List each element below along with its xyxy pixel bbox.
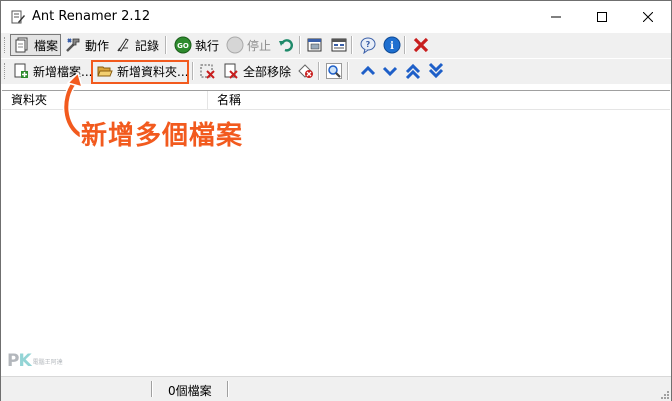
title-bar[interactable]: Ant Renamer 2.12 xyxy=(1,1,671,32)
toolbar-separator xyxy=(351,36,353,54)
status-separator xyxy=(227,381,229,397)
settings-window-icon xyxy=(331,38,347,52)
window-icon xyxy=(307,38,322,52)
status-bar: 0個檔案 xyxy=(1,376,671,401)
resize-grip-icon[interactable] xyxy=(658,388,670,400)
minimize-icon xyxy=(551,16,561,17)
maximize-button[interactable] xyxy=(579,1,625,32)
log-icon xyxy=(117,38,129,52)
app-window: Ant Renamer 2.12 檔案 動作 記錄 GO 執行 停止 ? i 新… xyxy=(0,0,672,401)
window-title: Ant Renamer 2.12 xyxy=(32,9,151,24)
options-button[interactable] xyxy=(328,34,350,56)
column-header-name[interactable]: 名稱 xyxy=(208,91,670,109)
double-chevron-down-icon xyxy=(428,62,444,79)
execute-button[interactable]: GO 執行 xyxy=(172,34,221,56)
search-button[interactable] xyxy=(323,60,345,82)
move-to-top-button[interactable] xyxy=(402,60,424,82)
go-icon: GO xyxy=(174,36,192,54)
watermark-logo: PK 電腦王阿達 xyxy=(7,351,63,371)
tools-icon xyxy=(66,38,80,52)
remove-selected-icon xyxy=(200,64,215,79)
actions-tab-button[interactable]: 動作 xyxy=(62,34,111,56)
svg-text:i: i xyxy=(390,41,394,52)
svg-text:?: ? xyxy=(366,40,371,49)
remove-all-button[interactable]: 全部移除 xyxy=(220,60,293,82)
window-view-button[interactable] xyxy=(304,34,326,56)
toolbar-separator xyxy=(299,36,301,54)
maximize-icon xyxy=(597,11,607,22)
toolbar-separator xyxy=(192,62,194,80)
toolbar-grip[interactable] xyxy=(4,37,7,53)
toolbar-separator xyxy=(165,36,167,54)
toolbar-separator xyxy=(318,62,320,80)
files-icon xyxy=(15,37,28,53)
status-separator xyxy=(151,381,153,397)
chevron-down-icon xyxy=(382,66,398,77)
log-tab-button[interactable]: 記錄 xyxy=(112,34,161,56)
remove-missing-icon xyxy=(298,64,313,78)
files-tab-button[interactable]: 檔案 xyxy=(10,34,62,56)
stop-button[interactable]: 停止 xyxy=(224,34,273,56)
app-icon xyxy=(11,10,25,24)
undo-icon xyxy=(279,39,293,52)
exit-x-icon xyxy=(413,37,429,53)
undo-button[interactable] xyxy=(275,34,297,56)
stop-icon xyxy=(226,36,244,54)
file-count-status: 0個檔案 xyxy=(168,384,212,398)
remove-all-icon xyxy=(224,63,238,79)
add-folder-button[interactable]: 新增資料夾... xyxy=(94,60,190,82)
info-icon: i xyxy=(383,36,401,54)
minimize-button[interactable] xyxy=(533,1,579,32)
chevron-up-icon xyxy=(360,65,376,76)
main-toolbar: 檔案 動作 記錄 GO 執行 停止 ? i xyxy=(1,33,671,58)
close-button[interactable] xyxy=(625,1,671,32)
magnifier-icon xyxy=(326,63,342,79)
move-up-button[interactable] xyxy=(357,60,379,82)
toolbar-separator xyxy=(347,62,349,80)
toolbar-grip[interactable] xyxy=(4,63,7,79)
remove-missing-button[interactable] xyxy=(295,60,317,82)
remove-selected-button[interactable] xyxy=(197,60,219,82)
toolbar-separator xyxy=(404,36,406,54)
svg-text:GO: GO xyxy=(177,42,189,50)
move-down-button[interactable] xyxy=(379,60,401,82)
add-file-icon xyxy=(14,63,28,78)
about-button[interactable]: i xyxy=(381,34,403,56)
double-chevron-up-icon xyxy=(405,63,421,80)
help-bubble-icon: ? xyxy=(360,37,376,54)
move-to-bottom-button[interactable] xyxy=(425,60,447,82)
exit-button[interactable] xyxy=(410,34,432,56)
help-button[interactable]: ? xyxy=(357,34,379,56)
annotation-text: 新增多個檔案 xyxy=(81,121,244,151)
close-icon xyxy=(643,11,653,22)
